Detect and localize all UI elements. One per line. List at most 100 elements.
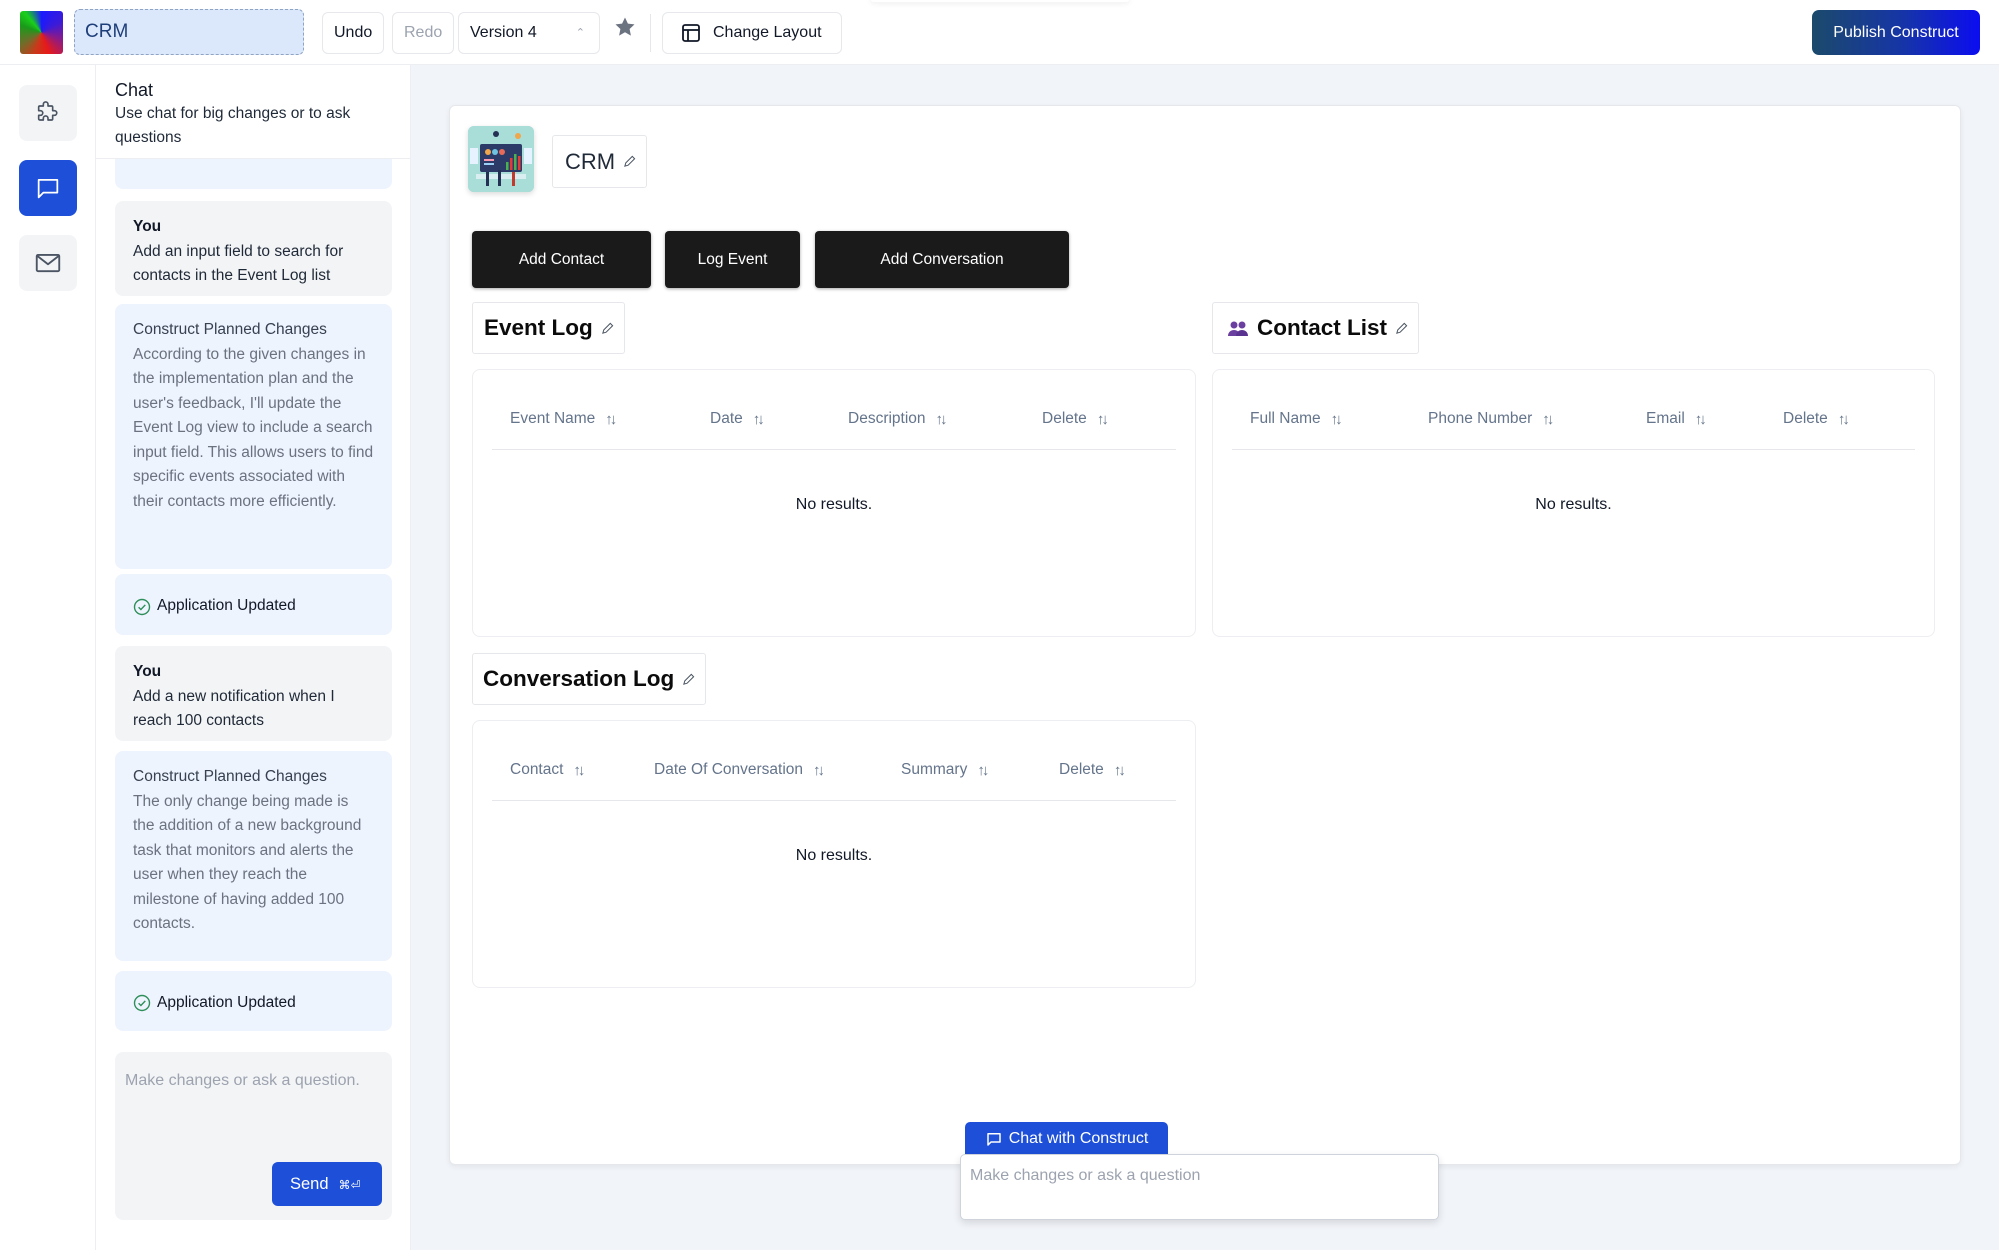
undo-button[interactable]: Undo	[322, 12, 385, 54]
column-header-email[interactable]: Email ↑↓	[1646, 410, 1707, 428]
mail-icon	[35, 253, 61, 273]
add-contact-button[interactable]: Add Contact	[472, 231, 651, 288]
puzzle-icon	[37, 101, 58, 121]
sort-icon: ↑↓	[813, 761, 825, 779]
column-header-date-of-conversation[interactable]: Date Of Conversation ↑↓	[654, 761, 825, 779]
column-label: Date	[710, 410, 743, 427]
event-log-title[interactable]: Event Log	[472, 302, 625, 354]
message-author: You	[133, 663, 162, 680]
chat-message-user: You Add a new notification when I reach …	[115, 646, 392, 741]
conversation-log-title-text: Conversation Log	[483, 666, 675, 691]
app-preview-card: CRM Add Contact Log Event Add Conversati…	[449, 105, 1961, 1165]
table-header: Event Name ↑↓ Date ↑↓ Description ↑↓ Delete…	[492, 400, 1176, 450]
chat-subtitle: Use chat for big changes or to ask quest…	[115, 105, 351, 146]
pencil-icon[interactable]	[601, 322, 614, 335]
sort-icon: ↑↓	[1542, 410, 1554, 428]
sort-icon: ↑↓	[1694, 410, 1707, 428]
column-header-full-name[interactable]: Full Name ↑↓	[1250, 410, 1343, 428]
empty-state: No results.	[795, 496, 873, 513]
message-text: The only change being made is the additi…	[133, 792, 362, 933]
version-select[interactable]: Version 4 ⌃	[458, 12, 600, 54]
composer-placeholder[interactable]: Make changes or ask a question.	[125, 1072, 360, 1090]
chat-tab-label: Chat with Construct	[1008, 1129, 1149, 1147]
message-title: Construct Planned Changes	[133, 321, 327, 338]
empty-state: No results.	[1535, 496, 1612, 513]
column-header-delete[interactable]: Delete ↑↓	[1042, 410, 1109, 428]
app-name-input[interactable]: CRM	[74, 9, 304, 55]
chat-composer[interactable]: Make changes or ask a question. Send ⌘⏎	[115, 1052, 392, 1220]
table-header: Contact ↑↓ Date Of Conversation ↑↓ Summary…	[492, 751, 1176, 801]
rail-item-integrations[interactable]	[19, 85, 77, 141]
status-text: Application Updated	[157, 597, 296, 615]
sort-icon: ↑↓	[752, 410, 765, 428]
chat-status-message: Application Updated	[115, 574, 392, 635]
event-log-title-text: Event Log	[484, 315, 593, 340]
chat-panel: Chat Use chat for big changes or to ask …	[96, 65, 411, 1250]
pencil-icon[interactable]	[682, 673, 695, 686]
app-title[interactable]: CRM	[552, 135, 648, 188]
send-button[interactable]: Send ⌘⏎	[272, 1162, 382, 1206]
app-title-text: CRM	[565, 148, 616, 174]
chat-bubble-icon	[37, 178, 59, 199]
column-header-summary[interactable]: Summary ↑↓	[901, 761, 989, 779]
people-icon	[1228, 321, 1248, 336]
column-label: Phone Number	[1428, 410, 1533, 427]
conversation-log-table: Contact ↑↓ Date Of Conversation ↑↓ Summary…	[472, 720, 1196, 988]
chat-bubble-icon	[986, 1132, 1001, 1146]
rail-item-chat[interactable]	[19, 160, 77, 216]
change-layout-button[interactable]: Change Layout	[662, 12, 842, 54]
message-author: You	[133, 218, 162, 235]
column-header-description[interactable]: Description ↑↓	[848, 410, 948, 428]
column-header-contact[interactable]: Contact ↑↓	[510, 761, 585, 779]
column-header-phone-number[interactable]: Phone Number ↑↓	[1428, 410, 1554, 428]
publish-button[interactable]: Publish Construct	[1812, 10, 1980, 55]
dock-chat-input[interactable]: Make changes or ask a question	[960, 1154, 1439, 1220]
column-label: Summary	[901, 761, 968, 778]
sort-icon: ↑↓	[977, 761, 989, 779]
chat-header: Chat Use chat for big changes or to ask …	[96, 65, 410, 159]
check-circle-icon	[133, 994, 151, 1012]
column-header-date[interactable]: Date ↑↓	[710, 410, 765, 428]
column-label: Event Name	[510, 410, 596, 427]
chat-with-construct-tab[interactable]: Chat with Construct	[965, 1122, 1168, 1155]
change-layout-label: Change Layout	[713, 24, 822, 41]
star-icon[interactable]	[613, 15, 637, 39]
pencil-icon[interactable]	[1395, 322, 1408, 335]
table-header: Full Name ↑↓ Phone Number ↑↓ Email ↑↓ Delet…	[1232, 400, 1915, 450]
column-header-delete[interactable]: Delete ↑↓	[1783, 410, 1850, 428]
chat-message-user: You Add an input field to search for con…	[115, 201, 392, 296]
add-conversation-button[interactable]: Add Conversation	[815, 231, 1069, 288]
chat-status-message: Application Updated	[115, 971, 392, 1031]
column-label: Description	[848, 410, 926, 427]
chevron-up-down-icon: ⌃	[575, 27, 585, 39]
column-label: Full Name	[1250, 410, 1321, 427]
column-header-event-name[interactable]: Event Name ↑↓	[510, 410, 617, 428]
send-label: Send	[290, 1175, 329, 1193]
column-label: Delete	[1042, 410, 1087, 427]
event-log-table: Event Name ↑↓ Date ↑↓ Description ↑↓ Delete…	[472, 369, 1196, 637]
message-text: According to the given changes in the im…	[133, 345, 374, 510]
message-text: Add a new notification when I reach 100 …	[133, 687, 335, 730]
column-label: Contact	[510, 761, 564, 778]
log-event-button[interactable]: Log Event	[665, 231, 800, 288]
chat-title: Chat	[115, 80, 154, 100]
app-thumbnail-image[interactable]	[468, 126, 534, 192]
sort-icon: ↑↓	[605, 410, 617, 428]
message-title: Construct Planned Changes	[133, 768, 327, 785]
column-label: Email	[1646, 410, 1685, 427]
message-text: Add an input field to search for contact…	[133, 242, 344, 285]
pencil-icon[interactable]	[623, 155, 636, 168]
send-shortcut: ⌘⏎	[338, 1178, 361, 1192]
column-header-delete[interactable]: Delete ↑↓	[1059, 761, 1126, 779]
status-text: Application Updated	[157, 993, 296, 1011]
sort-icon: ↑↓	[1330, 410, 1343, 428]
app-canvas: CRM Add Contact Log Event Add Conversati…	[411, 65, 1999, 1250]
sort-icon: ↑↓	[573, 761, 585, 779]
app-logo[interactable]	[20, 11, 63, 54]
contact-list-title-text: Contact List	[1257, 315, 1388, 340]
dashboard-illustration-icon	[468, 126, 534, 192]
conversation-log-title[interactable]: Conversation Log	[472, 653, 707, 705]
redo-button[interactable]: Redo	[392, 12, 455, 54]
rail-item-mail[interactable]	[19, 235, 77, 291]
contact-list-title[interactable]: Contact List	[1212, 302, 1420, 354]
